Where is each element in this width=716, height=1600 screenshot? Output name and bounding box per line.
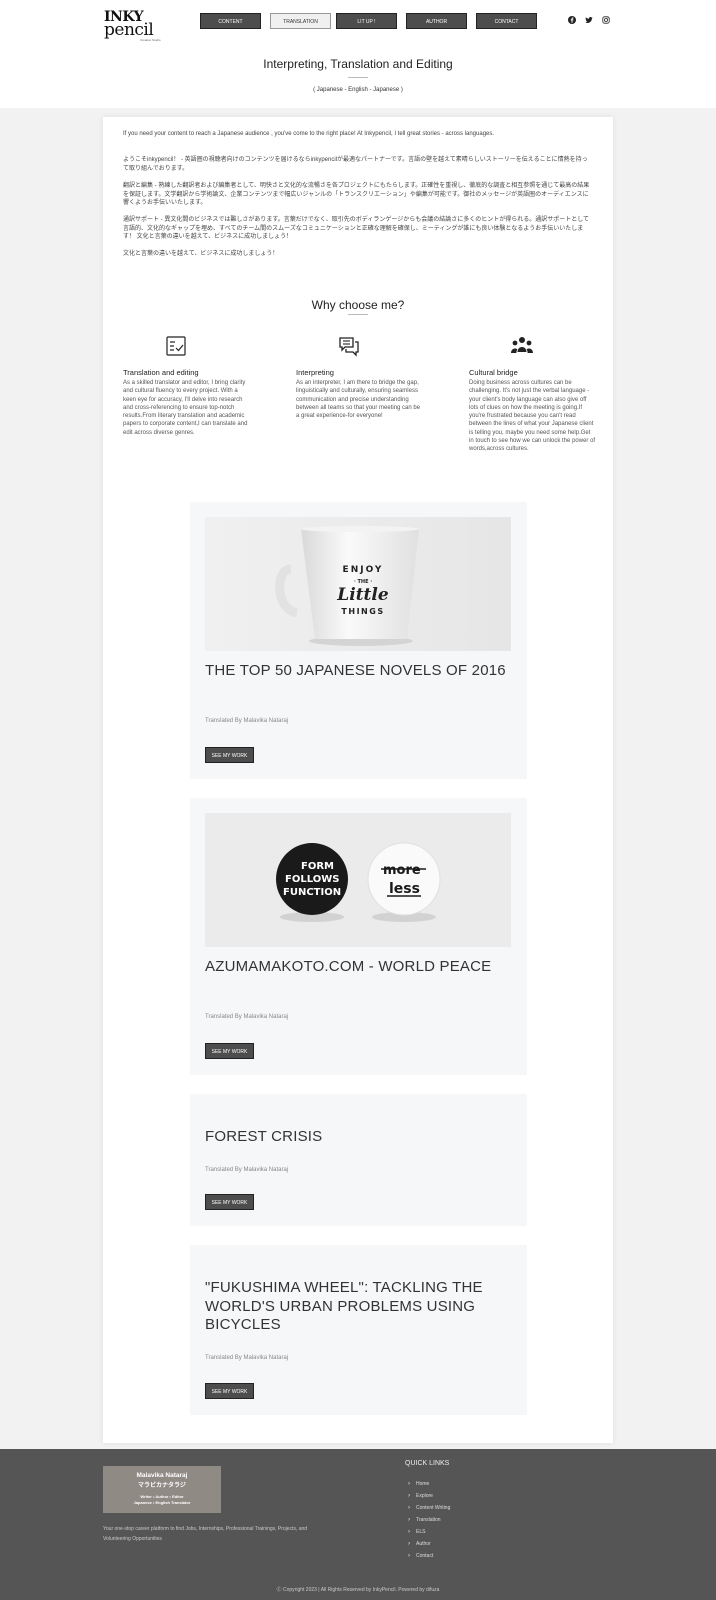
feature-title: Interpreting — [296, 368, 334, 377]
quick-link-label: Author — [416, 1541, 431, 1547]
quick-link-label: Contact — [416, 1553, 434, 1559]
see-my-work-button[interactable]: SEE MY WORK — [205, 1194, 254, 1210]
twitter-icon[interactable] — [584, 16, 594, 26]
see-my-work-button[interactable]: SEE MY WORK — [205, 1383, 254, 1399]
intro-japanese-3: 通訳サポート - 異文化間のビジネスでは難しさがあります。言葉だけでなく、取引先… — [123, 217, 590, 240]
feature-title: Translation and editing — [123, 368, 199, 377]
people-group-icon — [510, 335, 533, 357]
post-byline: Translated By Malavika Nataraj — [205, 1014, 289, 1020]
post-title[interactable]: THE TOP 50 JAPANESE NOVELS OF 2016 — [205, 662, 511, 681]
site-logo[interactable]: INKY pencil Creative Studio — [104, 10, 166, 42]
quick-link-label: Home — [416, 1481, 430, 1487]
feature-text: Doing business across cultures can be ch… — [469, 380, 596, 453]
mug-text-3: Little — [336, 585, 389, 605]
see-my-work-button[interactable]: SEE MY WORK — [205, 1043, 254, 1059]
nav-contact[interactable]: CONTACT — [476, 13, 537, 29]
chevron-right-icon: › — [408, 1517, 410, 1523]
post-title[interactable]: AZUMAMAKOTO.COM - WORLD PEACE — [205, 958, 511, 977]
feature-title: Cultural bridge — [469, 368, 518, 377]
facebook-icon[interactable] — [567, 16, 577, 26]
chevron-right-icon: › — [408, 1505, 410, 1511]
badge-text-1: FORM — [301, 861, 334, 872]
intro-japanese-4: 文化と言葉の違いを越えて、ビジネスに成功しましょう！ — [123, 251, 279, 257]
copyright-text: Ⓒ Copyright 2023 | All Rights Reserved b… — [276, 1587, 440, 1593]
site-footer: Malavika Nataraj マラビカナタラジ Writer • Autho… — [0, 1449, 716, 1600]
logo-tagline: Creative Studio — [140, 38, 161, 42]
post-card: FOREST CRISIS Translated By Malavika Nat… — [190, 1094, 527, 1226]
footer-roles: Writer • Author • Editor — [140, 1494, 184, 1499]
mug-text-1: ENJOY — [343, 565, 384, 575]
feature-text: As a skilled translator and editor, I br… — [123, 380, 248, 436]
instagram-icon[interactable] — [601, 16, 611, 26]
why-divider — [348, 314, 368, 315]
quick-link-explore[interactable]: › Explore — [408, 1490, 450, 1502]
badge-text-5: less — [389, 881, 420, 897]
chat-bubbles-icon — [338, 335, 360, 357]
why-title: Why choose me? — [311, 298, 405, 312]
intro-japanese-1: ようこそinkypencil！ - 英語圏の視聴者向けのコンテンツを届けるならi… — [123, 157, 588, 172]
footer-name-en: Malavika Nataraj — [136, 1472, 188, 1479]
post-image-badges[interactable]: FORM FOLLOWS FUNCTION more less — [205, 813, 511, 947]
quick-link-label: ELS — [416, 1529, 426, 1535]
post-card: ENJOY · THE · Little THINGS THE TOP 50 J… — [190, 502, 527, 779]
site-header: INKY pencil Creative Studio CONTENT TRAN… — [0, 0, 716, 108]
quick-link-els[interactable]: › ELS — [408, 1526, 450, 1538]
see-my-work-button[interactable]: SEE MY WORK — [205, 747, 254, 763]
logo-line-2: pencil — [104, 20, 154, 40]
footer-name-card[interactable]: Malavika Nataraj マラビカナタラジ Writer • Autho… — [103, 1466, 221, 1513]
post-image-mug[interactable]: ENJOY · THE · Little THINGS — [205, 517, 511, 651]
chevron-right-icon: › — [408, 1493, 410, 1499]
chevron-right-icon: › — [408, 1553, 410, 1559]
quick-link-content-writing[interactable]: › Content Writing — [408, 1502, 450, 1514]
quick-link-label: Translation — [416, 1517, 441, 1523]
title-divider — [348, 77, 368, 78]
badge-text-4: more — [383, 863, 421, 878]
post-title[interactable]: "FUKUSHIMA WHEEL": TACKLING THE WORLD'S … — [205, 1279, 511, 1335]
nav-lit-up[interactable]: LIT UP ! — [336, 13, 397, 29]
nav-translation[interactable]: TRANSLATION — [270, 13, 331, 29]
post-byline: Translated By Malavika Nataraj — [205, 718, 289, 724]
quick-links-title: QUICK LINKS — [405, 1460, 450, 1467]
nav-author[interactable]: AUTHOR — [406, 13, 467, 29]
post-byline: Translated By Malavika Nataraj — [205, 1167, 289, 1173]
chevron-right-icon: › — [408, 1481, 410, 1487]
intro-english: If you need your content to reach a Japa… — [123, 131, 495, 137]
quick-link-label: Content Writing — [416, 1505, 451, 1511]
page-subtitle: ( Japanese - English - Japanese ) — [313, 87, 403, 93]
quick-link-contact[interactable]: › Contact — [408, 1550, 450, 1562]
quick-link-author[interactable]: › Author — [408, 1538, 450, 1550]
nav-content[interactable]: CONTENT — [200, 13, 261, 29]
footer-name-jp: マラビカナタラジ — [138, 1483, 186, 1489]
quick-link-translation[interactable]: › Translation — [408, 1514, 450, 1526]
badge-text-2: FOLLOWS — [285, 874, 339, 885]
chevron-right-icon: › — [408, 1529, 410, 1535]
page-title: Interpreting, Translation and Editing — [263, 57, 453, 71]
mug-text-4: THINGS — [341, 607, 384, 616]
badge-text-3: FUNCTION — [283, 887, 341, 898]
post-title[interactable]: FOREST CRISIS — [205, 1128, 511, 1147]
feature-text: As an interpreter, I am there to bridge … — [296, 380, 421, 420]
quick-links-list: › Home › Explore › Content Writing › Transla… — [408, 1478, 450, 1562]
post-card: FORM FOLLOWS FUNCTION more less AZUMAMAK… — [190, 798, 527, 1075]
chevron-right-icon: › — [408, 1541, 410, 1547]
post-byline: Translated By Malavika Nataraj — [205, 1355, 289, 1361]
post-card: "FUKUSHIMA WHEEL": TACKLING THE WORLD'S … — [190, 1245, 527, 1415]
footer-tagline: Your one-stop career platform to find Jo… — [103, 1526, 308, 1542]
footer-languages: Japanese • English Translator — [133, 1500, 191, 1505]
quick-link-label: Explore — [416, 1493, 433, 1499]
intro-japanese-2: 翻訳と編集 - 熟練した翻訳者および編集者として、明快さと文化的な流暢さを各プロ… — [123, 183, 590, 206]
quick-link-home[interactable]: › Home — [408, 1478, 450, 1490]
checklist-icon — [165, 335, 187, 357]
